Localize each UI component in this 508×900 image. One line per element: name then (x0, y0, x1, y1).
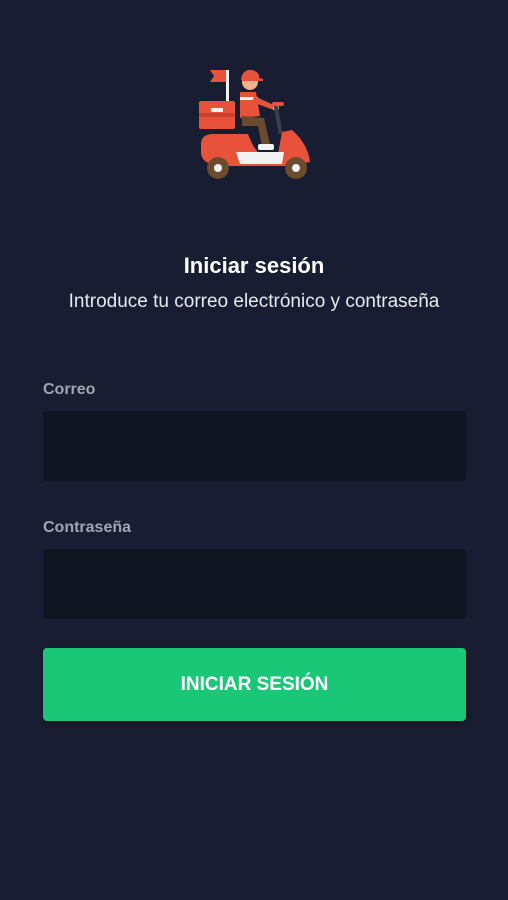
email-label: Correo (43, 381, 96, 398)
password-label: Contraseña (43, 519, 132, 536)
delivery-scooter-icon (199, 69, 310, 179)
password-field[interactable] (43, 549, 466, 619)
login-button[interactable]: INICIAR SESIÓN (43, 648, 466, 721)
email-field[interactable] (43, 411, 466, 481)
page-subtitle: Introduce tu correo electrónico y contra… (68, 291, 440, 312)
page-title: Iniciar sesión (183, 253, 325, 278)
